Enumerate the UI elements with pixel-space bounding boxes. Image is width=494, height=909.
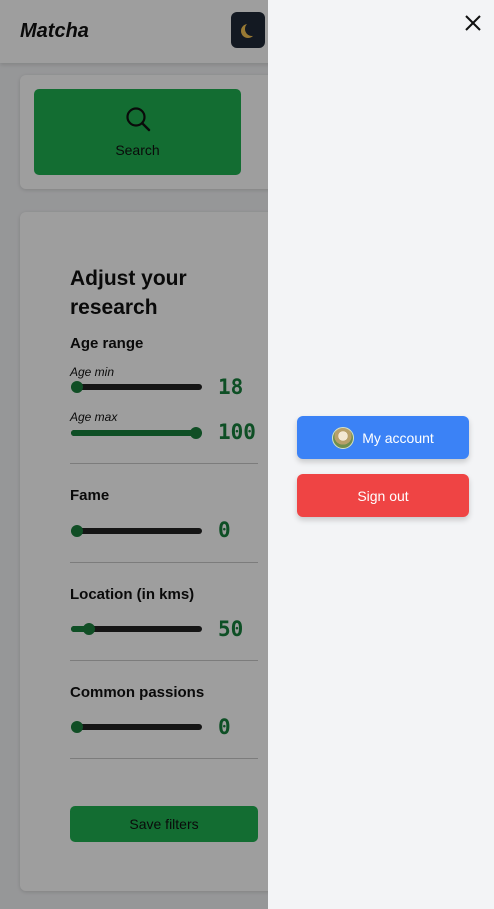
close-icon[interactable] xyxy=(463,13,483,33)
side-drawer: My account Sign out xyxy=(268,0,494,909)
my-account-button[interactable]: My account xyxy=(297,416,469,459)
avatar xyxy=(332,426,355,449)
my-account-label: My account xyxy=(362,429,434,446)
sign-out-button[interactable]: Sign out xyxy=(297,474,469,517)
